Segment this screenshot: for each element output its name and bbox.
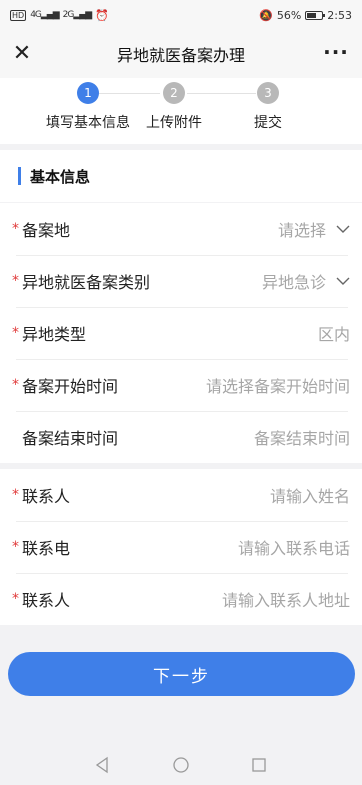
step-2-number: 2 bbox=[163, 82, 185, 104]
field-filing-place[interactable]: * 备案地 请选择 bbox=[0, 203, 362, 255]
field-contact-address[interactable]: * 联系人 请输入联系人地址 bbox=[0, 573, 362, 625]
chevron-down-icon bbox=[336, 277, 350, 285]
required-mark: * bbox=[12, 377, 19, 393]
battery-icon bbox=[305, 10, 326, 20]
form-group-contact: * 联系人 请输入姓名 * 联系电 请输入联系电话 * 联系人 请输入联系人地址 bbox=[0, 469, 362, 625]
step-1-label: 填写基本信息 bbox=[46, 115, 130, 131]
field-value: 请选择 bbox=[277, 221, 326, 240]
required-mark: * bbox=[12, 273, 19, 289]
field-contact-phone[interactable]: * 联系电 请输入联系电话 bbox=[0, 521, 362, 573]
title-bar: ✕ 异地就医备案办理 ··· bbox=[0, 30, 362, 78]
field-label: 异地类型 bbox=[22, 325, 87, 344]
status-left: HD 4G▂▄▆ 2G▂▄▆ ⏰ bbox=[10, 9, 109, 22]
field-label: 联系人 bbox=[22, 487, 71, 506]
section-accent-bar bbox=[18, 167, 21, 185]
field-end-time[interactable]: 备案结束时间 备案结束时间 bbox=[0, 411, 362, 463]
field-value: 请输入联系电话 bbox=[237, 539, 350, 558]
required-mark: * bbox=[12, 221, 19, 237]
step-2: 2 上传附件 bbox=[124, 82, 224, 132]
field-value: 请输入联系人地址 bbox=[221, 591, 350, 610]
step-3-number: 3 bbox=[257, 82, 279, 104]
signal-2-icon: 2G▂▄▆ bbox=[62, 10, 92, 20]
step-3-label: 提交 bbox=[254, 115, 282, 131]
system-nav-bar bbox=[0, 745, 362, 785]
close-icon[interactable]: ✕ bbox=[10, 42, 34, 66]
required-mark: * bbox=[12, 539, 19, 555]
field-label: 备案结束时间 bbox=[22, 429, 119, 448]
recents-icon[interactable] bbox=[250, 756, 268, 774]
page-title: 异地就医备案办理 bbox=[116, 46, 245, 65]
status-bar: HD 4G▂▄▆ 2G▂▄▆ ⏰ 🔕 56% 2:53 bbox=[0, 0, 362, 30]
field-filing-category[interactable]: * 异地就医备案类别 异地急诊 bbox=[0, 255, 362, 307]
back-icon[interactable] bbox=[94, 756, 112, 774]
required-mark: * bbox=[12, 325, 19, 341]
field-value: 备案结束时间 bbox=[253, 429, 350, 448]
field-start-time[interactable]: * 备案开始时间 请选择备案开始时间 bbox=[0, 359, 362, 411]
field-value: 区内 bbox=[317, 325, 350, 344]
field-label: 异地就医备案类别 bbox=[22, 273, 151, 292]
step-2-label: 上传附件 bbox=[146, 115, 202, 131]
mute-icon: 🔕 bbox=[259, 8, 273, 22]
step-indicator: 1 填写基本信息 2 上传附件 3 提交 bbox=[0, 78, 362, 144]
required-mark: * bbox=[12, 487, 19, 503]
clock: 2:53 bbox=[327, 8, 352, 22]
field-label: 联系人 bbox=[22, 591, 71, 610]
section-header: 基本信息 bbox=[0, 150, 362, 202]
field-value: 请选择备案开始时间 bbox=[205, 377, 350, 396]
required-mark: * bbox=[12, 591, 19, 607]
step-3: 3 提交 bbox=[218, 82, 318, 132]
step-1: 1 填写基本信息 bbox=[38, 82, 138, 132]
field-label: 备案开始时间 bbox=[22, 377, 119, 396]
status-right: 🔕 56% 2:53 bbox=[259, 9, 352, 22]
field-label: 联系电 bbox=[22, 539, 71, 558]
signal-1-icon: 4G▂▄▆ bbox=[30, 10, 59, 20]
section-title: 基本信息 bbox=[30, 167, 91, 186]
more-icon[interactable]: ··· bbox=[322, 42, 350, 66]
field-remote-type[interactable]: * 异地类型 区内 bbox=[0, 307, 362, 359]
hd-badge: HD bbox=[10, 9, 27, 21]
field-label: 备案地 bbox=[22, 221, 71, 240]
battery-percent: 56% bbox=[276, 8, 302, 22]
home-icon[interactable] bbox=[172, 756, 190, 774]
alarm-icon: ⏰ bbox=[95, 8, 109, 22]
field-contact-name[interactable]: * 联系人 请输入姓名 bbox=[0, 469, 362, 521]
next-step-button[interactable]: 下一步 bbox=[8, 652, 355, 696]
field-value: 请输入姓名 bbox=[269, 487, 350, 506]
form-group-basic: * 备案地 请选择 * 异地就医备案类别 异地急诊 * 异地类型 区内 * 备案… bbox=[0, 203, 362, 463]
field-value: 异地急诊 bbox=[261, 273, 326, 292]
chevron-down-icon bbox=[336, 225, 350, 233]
step-1-number: 1 bbox=[77, 82, 99, 104]
